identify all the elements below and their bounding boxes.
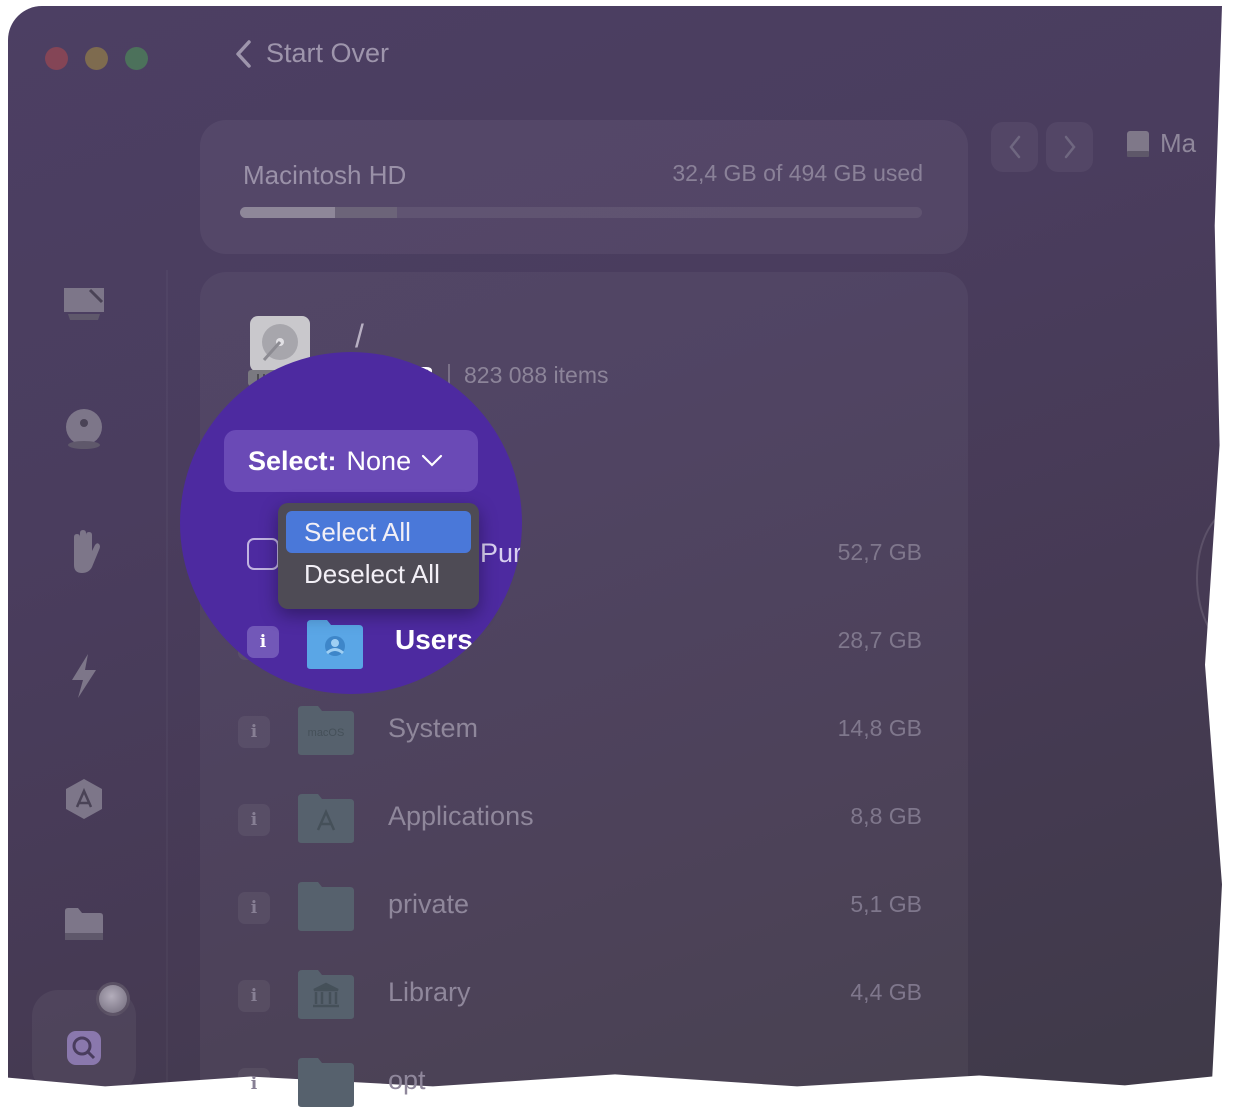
select-value: None (346, 445, 412, 476)
sidebar-item-files[interactable] (56, 896, 112, 952)
hand-icon (74, 530, 100, 573)
current-path: / (355, 318, 364, 354)
row-size: 4,4 GB (850, 979, 922, 1005)
row-name: Library (388, 977, 471, 1007)
hard-drive-icon (1127, 130, 1149, 157)
sidebar-item-privacy[interactable] (56, 524, 112, 580)
sidebar-item-space-lens-icon[interactable] (56, 1020, 112, 1076)
zoom-window-button[interactable] (125, 47, 148, 70)
sidebar-divider (166, 270, 168, 1100)
monitor-broom-icon (64, 288, 104, 320)
nav-forward-button[interactable] (1046, 122, 1093, 172)
list-row-library[interactable]: i Library 4,4 GB (238, 966, 922, 1024)
disk-summary-card: Macintosh HD 32,4 GB of 494 GB used (200, 120, 968, 254)
sidebar-item-applications[interactable] (56, 772, 112, 828)
row-size: 14,8 GB (837, 715, 922, 741)
disk-usage-text: 32,4 GB of 494 GB used (672, 160, 923, 186)
info-button[interactable]: i (238, 980, 270, 1012)
chevron-right-icon (1064, 135, 1076, 159)
chevron-left-icon (1008, 135, 1020, 159)
sidebar-item-speed[interactable] (56, 648, 112, 704)
menu-item-select-all[interactable]: Select All (286, 511, 471, 553)
chevron-left-icon (236, 39, 251, 68)
info-button[interactable]: i (238, 804, 270, 836)
select-label: Select: (248, 445, 337, 476)
select-menu: Select All Deselect All (278, 503, 479, 609)
scan-status-indicator (96, 982, 130, 1016)
row-name: opt (388, 1065, 426, 1095)
row-size: 8,8 GB (850, 803, 922, 829)
disk-usage-secondary-fill (335, 207, 397, 218)
row-size: 52,7 GB (837, 539, 922, 565)
start-over-button[interactable]: Start Over (234, 38, 389, 69)
sidebar-item-cleanup[interactable] (56, 276, 112, 332)
disk-usage-bar (240, 207, 922, 218)
list-row-applications[interactable]: i Applications 8,8 GB (238, 790, 922, 848)
folder-icon (65, 908, 103, 940)
row-size: 5,1 GB (850, 891, 922, 917)
info-button[interactable]: i (238, 892, 270, 924)
sidebar-item-protection[interactable] (56, 400, 112, 456)
start-over-label: Start Over (266, 38, 390, 68)
macos-folder-icon: macOS (298, 706, 354, 755)
row-name: Applications (388, 801, 534, 831)
close-window-button[interactable] (45, 47, 68, 70)
users-row-name: Users (395, 624, 473, 655)
users-folder-icon (307, 620, 363, 669)
select-dropdown-button[interactable]: Select: None (224, 430, 478, 492)
list-row-private[interactable]: i private 5,1 GB (238, 878, 922, 936)
magnifier-icon (67, 1031, 101, 1065)
folder-icon (298, 882, 354, 931)
disk-name: Macintosh HD (243, 160, 407, 190)
shield-orb-icon (66, 409, 102, 449)
folder-icon (298, 1058, 354, 1107)
nav-back-button[interactable] (991, 122, 1038, 172)
row-size: 28,7 GB (837, 627, 922, 653)
menu-item-deselect-all[interactable]: Deselect All (286, 553, 471, 595)
row-name: private (388, 889, 470, 919)
breadcrumb[interactable]: Ma (1124, 128, 1196, 159)
list-row-system[interactable]: i macOS System 14,8 GB (238, 702, 922, 760)
applications-folder-icon (298, 794, 354, 843)
macos-folder-label: macOS (308, 727, 345, 739)
chevron-down-icon (421, 454, 443, 467)
lightning-icon (72, 654, 96, 698)
breadcrumb-label: Ma (1160, 128, 1197, 158)
info-button[interactable]: i (238, 716, 270, 748)
row-name: System (388, 713, 479, 743)
list-row-opt[interactable]: i opt (238, 1054, 922, 1112)
disk-usage-fill (240, 207, 336, 218)
library-folder-icon (298, 970, 354, 1019)
info-button[interactable]: i (247, 626, 279, 658)
minimize-window-button[interactable] (85, 47, 108, 70)
info-button[interactable]: i (238, 1068, 270, 1100)
app-hexagon-icon (66, 779, 102, 819)
